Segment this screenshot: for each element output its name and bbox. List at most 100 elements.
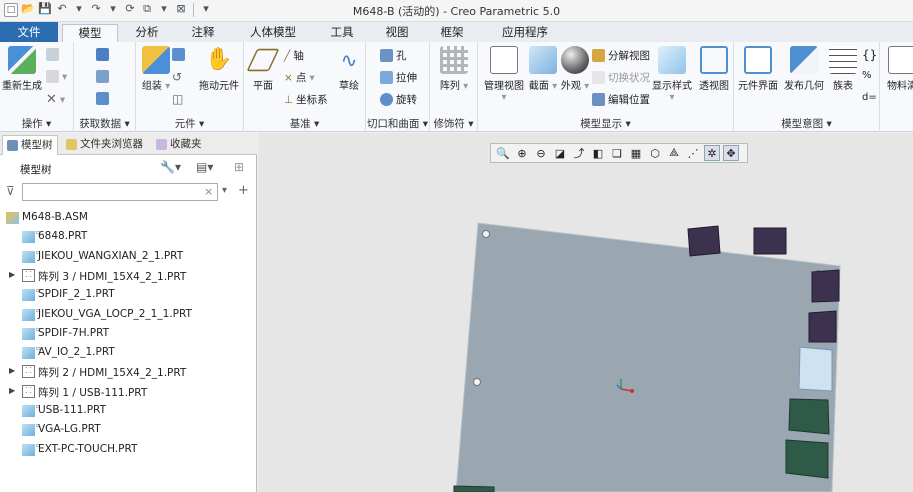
perspective-icon[interactable]: ⬡ (647, 145, 663, 161)
tab-model-tree[interactable]: 模型树 (2, 135, 58, 155)
section-button[interactable]: 截面 ▾ (528, 46, 558, 92)
tab-applications[interactable]: 应用程序 (490, 24, 560, 42)
tree-item-part[interactable]: ▫ 6848.PRT (0, 228, 257, 247)
filter-dropdown-icon[interactable]: ▾ (222, 185, 227, 196)
create-component-button[interactable] (172, 48, 185, 61)
connector-part[interactable] (753, 227, 787, 255)
group-label-operations[interactable]: 操作 ▾ (0, 116, 73, 131)
publish-geometry-button[interactable]: 发布几何 (782, 46, 826, 92)
plane-button[interactable]: 平面 (246, 46, 280, 92)
connector-part[interactable] (788, 398, 830, 435)
shrinkwrap-button[interactable] (96, 92, 109, 105)
pattern-button[interactable]: 阵列 ▾ (436, 46, 472, 92)
group-label-get-data[interactable]: 获取数据 ▾ (74, 116, 135, 131)
expand-icon[interactable]: ▶ (9, 366, 15, 375)
parameters-button[interactable]: {} (862, 48, 877, 62)
explode-view-button[interactable]: 分解视图 (592, 48, 650, 63)
appearance-button[interactable]: 外观 ▾ (560, 46, 590, 92)
spin-center-icon[interactable]: ✲ (704, 145, 720, 161)
extrude-button[interactable]: 拉伸 (380, 70, 417, 85)
annotation-display-icon[interactable]: ⋰ (685, 145, 701, 161)
graphics-viewport[interactable] (258, 133, 913, 492)
family-table-button[interactable]: 族表 (828, 46, 858, 92)
tab-file[interactable]: 文件 (0, 22, 58, 42)
group-label-component[interactable]: 元件 ▾ (136, 116, 243, 131)
connector-part[interactable] (453, 485, 495, 492)
tree-item-part[interactable]: ▫ VGA-LG.PRT (0, 421, 257, 440)
paste-button[interactable]: ▾ (46, 70, 67, 83)
repaint-icon[interactable]: ◪ (552, 145, 568, 161)
group-label-model-display[interactable]: 模型显示 ▾ (478, 116, 733, 131)
tab-framework[interactable]: 框架 (430, 24, 474, 42)
tree-filter-input[interactable] (22, 183, 218, 201)
tree-item-part[interactable]: ▫ USB-111.PRT (0, 402, 257, 421)
connector-part[interactable] (687, 225, 721, 257)
tree-item-part[interactable]: ▫ SPDIF_2_1.PRT (0, 286, 257, 305)
tree-root-assembly[interactable]: M648-B.ASM (0, 209, 257, 228)
perspective-view-button[interactable]: 透视图 (696, 46, 732, 92)
toggle-status-button[interactable]: 切换状况 (592, 70, 650, 85)
revolve-button[interactable]: 旋转 (380, 92, 417, 107)
tab-manikin[interactable]: 人体模型 (240, 24, 306, 42)
tree-show-icon[interactable]: ▤▾ (196, 160, 213, 174)
expand-icon[interactable]: ▶ (9, 386, 15, 395)
assembly-graphics[interactable] (258, 133, 913, 492)
tree-item-pattern[interactable]: ▶ · · · · 阵列 1 / USB-111.PRT (0, 383, 257, 402)
connector-part[interactable] (785, 439, 829, 479)
tab-favorites[interactable]: 收藏夹 (152, 135, 212, 155)
hole-button[interactable]: 孔 (380, 48, 407, 63)
csys-display-icon[interactable]: ✥ (723, 145, 739, 161)
tree-item-part[interactable]: ▫ AV_IO_2_1.PRT (0, 344, 257, 363)
user-defined-feature-button[interactable] (96, 48, 109, 61)
view-manager-icon[interactable]: ▦ (628, 145, 644, 161)
tree-item-part[interactable]: ▫ SPDIF-7H.PRT (0, 325, 257, 344)
tab-annotate[interactable]: 注释 (180, 24, 226, 42)
drag-components-button[interactable]: ✋ 拖动元件 (196, 46, 242, 92)
saved-orientations-icon[interactable]: ❏ (609, 145, 625, 161)
switch-dimensions-button[interactable]: % (862, 70, 872, 81)
expand-icon[interactable]: ▶ (9, 270, 15, 279)
bill-of-materials-button[interactable]: 物料清 (882, 46, 913, 92)
tree-item-pattern[interactable]: ▶ · · · · 阵列 3 / HDMI_15X4_2_1.PRT (0, 267, 257, 286)
add-filter-icon[interactable]: + (238, 183, 249, 198)
group-label-model-intent[interactable]: 模型意图 ▾ (734, 116, 879, 131)
datum-display-icon[interactable]: ⟁ (666, 145, 682, 161)
relations-button[interactable]: d= (862, 92, 877, 103)
tree-item-part[interactable]: ▫ JIEKOU_WANGXIAN_2_1.PRT (0, 248, 257, 267)
group-label-modifiers[interactable]: 修饰符 ▾ (430, 116, 477, 131)
tab-folder-browser[interactable]: 文件夹浏览器 (62, 135, 148, 155)
clear-filter-icon[interactable]: × (204, 185, 213, 198)
display-style-button[interactable]: 显示样式 ▾ (650, 46, 694, 103)
edit-position-button[interactable]: 编辑位置 (592, 92, 650, 107)
reorient-icon[interactable]: ⤴ (571, 145, 587, 161)
group-label-datum[interactable]: 基准 ▾ (244, 116, 365, 131)
copy-geometry-button[interactable] (96, 70, 109, 83)
pcb-board[interactable] (455, 222, 841, 492)
zoom-out-icon[interactable]: ⊖ (533, 145, 549, 161)
zoom-in-icon[interactable]: ⊕ (514, 145, 530, 161)
connector-part[interactable] (808, 310, 837, 343)
tree-item-part[interactable]: ▫ JIEKOU_VGA_LOCP_2_1_1.PRT (0, 306, 257, 325)
manage-views-button[interactable]: 管理视图 ▾ (480, 46, 528, 103)
group-label-cut-surface[interactable]: 切口和曲面 ▾ (366, 116, 429, 131)
connector-part[interactable] (811, 269, 840, 303)
regenerate-button[interactable]: 重新生成 (2, 46, 42, 92)
mirror-component-button[interactable]: ◫ (172, 92, 183, 106)
filter-icon[interactable]: ⊽ (6, 184, 15, 198)
repeat-button[interactable]: ↺ (172, 70, 182, 84)
delete-button[interactable]: ✕ ▾ (46, 92, 65, 107)
refit-icon[interactable]: 🔍 (495, 145, 511, 161)
csys-button[interactable]: ⊥ 坐标系 (284, 92, 328, 107)
tree-settings-icon[interactable]: 🔧▾ (160, 160, 181, 174)
axis-button[interactable]: ╱ 轴 (284, 48, 304, 63)
connector-part[interactable] (798, 346, 833, 392)
tab-tools[interactable]: 工具 (320, 24, 364, 42)
tab-view[interactable]: 视图 (374, 24, 420, 42)
tree-item-pattern[interactable]: ▶ · · · · 阵列 2 / HDMI_15X4_2_1.PRT (0, 363, 257, 382)
tab-analysis[interactable]: 分析 (124, 24, 170, 42)
point-button[interactable]: × 点 ▾ (284, 70, 315, 85)
component-interface-button[interactable]: 元件界面 (736, 46, 780, 92)
tree-item-part[interactable]: ▫ EXT-PC-TOUCH.PRT (0, 441, 257, 460)
sketch-button[interactable]: ∿ 草绘 (334, 46, 364, 92)
tab-model[interactable]: 模型 (62, 24, 118, 42)
